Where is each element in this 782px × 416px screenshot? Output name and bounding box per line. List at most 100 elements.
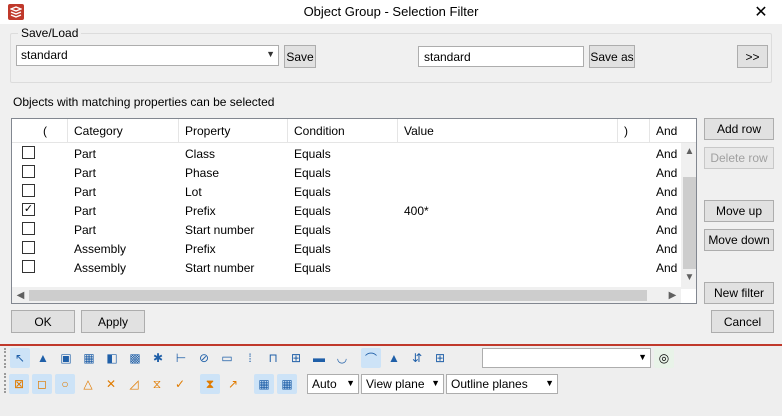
cell-category[interactable]: Part	[68, 144, 179, 163]
cell-value[interactable]	[398, 163, 618, 182]
cell-close-paren[interactable]	[618, 182, 650, 201]
cell-property[interactable]: Start number	[179, 220, 288, 239]
table-row[interactable]: Assembly Prefix Equals And	[12, 239, 680, 258]
snap-midpoint-icon[interactable]: ○	[55, 374, 75, 394]
snap-intersection-icon[interactable]: △	[78, 374, 98, 394]
snap-line-extension-icon[interactable]: ◿	[124, 374, 144, 394]
column-header-category[interactable]: Category	[68, 119, 179, 143]
table-row[interactable]: Part Lot Equals And	[12, 182, 680, 201]
select-assembly-in-assembly-icon[interactable]: ⊞	[430, 348, 450, 368]
cell-condition[interactable]: Equals	[288, 182, 398, 201]
snap-geometry-lines-icon[interactable]: ▦	[277, 374, 297, 394]
column-header-value[interactable]: Value	[398, 119, 618, 143]
add-row-button[interactable]: Add row	[704, 118, 774, 140]
scroll-down-icon[interactable]: ▼	[681, 269, 696, 285]
cell-property[interactable]: Lot	[179, 182, 288, 201]
select-view-icon[interactable]: ▭	[217, 348, 237, 368]
select-component-object-icon[interactable]: ◧	[102, 348, 122, 368]
cell-value[interactable]	[398, 258, 618, 277]
column-header-condition[interactable]: Condition	[288, 119, 398, 143]
snap-override-icon[interactable]: ⧗	[200, 374, 220, 394]
select-assembly-icon[interactable]: ⌒	[361, 348, 381, 368]
vertical-scroll-thumb[interactable]	[683, 177, 696, 269]
move-down-button[interactable]: Move down	[704, 229, 774, 251]
select-surface-icon[interactable]: ▣	[56, 348, 76, 368]
cell-open-paren[interactable]	[37, 163, 68, 182]
select-single-bolt-icon[interactable]: ▬	[309, 348, 329, 368]
cell-property[interactable]: Phase	[179, 163, 288, 182]
cell-property[interactable]: Class	[179, 144, 288, 163]
save-as-name-input[interactable]: standard	[418, 46, 584, 67]
filter-select[interactable]: ▼	[482, 348, 651, 368]
new-filter-button[interactable]: New filter	[704, 282, 774, 304]
table-row[interactable]: Part Class Equals And	[12, 144, 680, 163]
save-button[interactable]: Save	[284, 45, 316, 68]
column-header-and[interactable]: And	[650, 119, 690, 143]
scroll-up-icon[interactable]: ▲	[681, 143, 696, 159]
preset-select[interactable]: standard ▼	[16, 45, 279, 66]
move-up-button[interactable]: Move up	[704, 200, 774, 222]
cell-open-paren[interactable]	[37, 144, 68, 163]
table-row[interactable]: ✓ Part Prefix Equals 400* And	[12, 201, 680, 220]
row-checkbox[interactable]	[22, 184, 35, 197]
select-part-icon[interactable]: ▲	[33, 348, 53, 368]
select-component-in-component-icon[interactable]: ⇵	[407, 348, 427, 368]
scroll-right-icon[interactable]: ▶	[664, 287, 681, 303]
select-weld-icon[interactable]: ⊢	[171, 348, 191, 368]
table-row[interactable]: Part Start number Equals And	[12, 220, 680, 239]
cell-property[interactable]: Start number	[179, 258, 288, 277]
select-component-icon[interactable]: ▦	[79, 348, 99, 368]
select-grid-icon[interactable]: ▩	[125, 348, 145, 368]
cell-category[interactable]: Part	[68, 163, 179, 182]
cell-value[interactable]	[398, 182, 618, 201]
select-reinforcement-icon[interactable]: ⊓	[263, 348, 283, 368]
delete-row-button[interactable]: Delete row	[704, 147, 774, 169]
cell-value[interactable]: 400*	[398, 201, 618, 220]
cell-value[interactable]	[398, 144, 618, 163]
select-points-icon[interactable]: ⁞	[240, 348, 260, 368]
cell-condition[interactable]: Equals	[288, 144, 398, 163]
save-as-button[interactable]: Save as	[589, 45, 635, 68]
select-bolt-group-icon[interactable]: ⊞	[286, 348, 306, 368]
cell-open-paren[interactable]	[37, 182, 68, 201]
snap-nearest-icon[interactable]: ✓	[170, 374, 190, 394]
snap-any-position-icon[interactable]: ⧖	[147, 374, 167, 394]
select-grid-line-icon[interactable]: ✱	[148, 348, 168, 368]
cell-property[interactable]: Prefix	[179, 201, 288, 220]
snap-extension-icon[interactable]: ↗	[223, 374, 243, 394]
row-checkbox[interactable]: ✓	[22, 203, 35, 216]
planes-display-select[interactable]: Outline planes ▼	[446, 374, 558, 394]
row-checkbox[interactable]	[22, 146, 35, 159]
select-filter-options-icon[interactable]: ◎	[654, 348, 674, 368]
cell-close-paren[interactable]	[618, 201, 650, 220]
row-checkbox[interactable]	[22, 165, 35, 178]
select-object-in-assembly-icon[interactable]: ▲	[384, 348, 404, 368]
select-all-icon[interactable]: ↖	[10, 348, 30, 368]
horizontal-scroll-thumb[interactable]	[29, 290, 647, 301]
cell-close-paren[interactable]	[618, 144, 650, 163]
column-header-open-paren[interactable]: (	[37, 119, 68, 143]
row-checkbox[interactable]	[22, 260, 35, 273]
snap-end-point-icon[interactable]: ⊠	[9, 374, 29, 394]
cell-close-paren[interactable]	[618, 163, 650, 182]
column-header-close-paren[interactable]: )	[618, 119, 650, 143]
scroll-left-icon[interactable]: ◀	[12, 287, 29, 303]
cell-open-paren[interactable]	[37, 220, 68, 239]
cell-property[interactable]: Prefix	[179, 239, 288, 258]
cell-condition[interactable]: Equals	[288, 239, 398, 258]
cell-value[interactable]	[398, 239, 618, 258]
cell-category[interactable]: Assembly	[68, 239, 179, 258]
cell-value[interactable]	[398, 220, 618, 239]
cell-open-paren[interactable]	[37, 258, 68, 277]
row-checkbox[interactable]	[22, 241, 35, 254]
cell-condition[interactable]: Equals	[288, 201, 398, 220]
depth-select[interactable]: Auto ▼	[307, 374, 359, 394]
select-cut-icon[interactable]: ⊘	[194, 348, 214, 368]
table-row[interactable]: Assembly Start number Equals And	[12, 258, 680, 277]
column-header-property[interactable]: Property	[179, 119, 288, 143]
cancel-button[interactable]: Cancel	[711, 310, 774, 333]
select-pour-icon[interactable]: ◡	[332, 348, 352, 368]
row-checkbox[interactable]	[22, 222, 35, 235]
toolbar-grip[interactable]	[4, 348, 8, 368]
cell-category[interactable]: Assembly	[68, 258, 179, 277]
